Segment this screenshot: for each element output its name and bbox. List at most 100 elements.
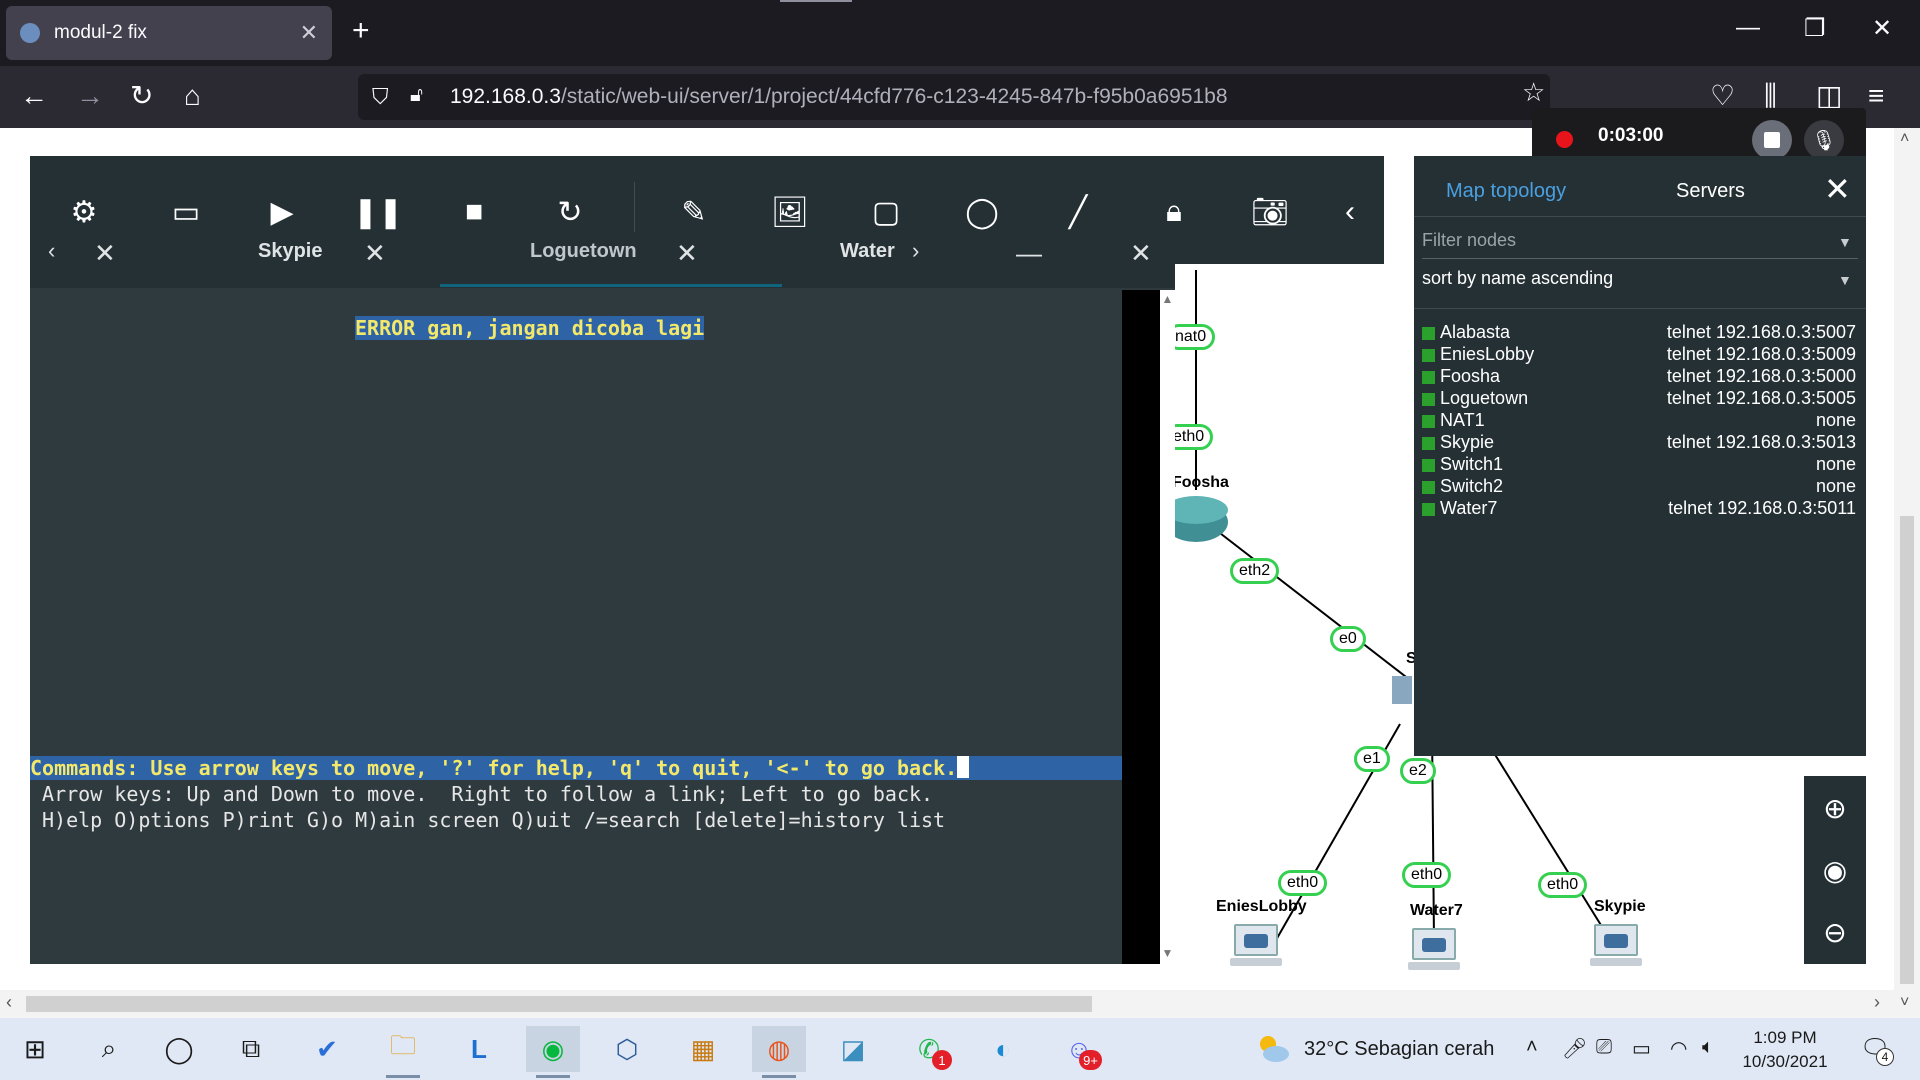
enieslobby-host-icon[interactable]: [1230, 924, 1282, 966]
zoom-in-icon[interactable]: ⊕: [1815, 788, 1855, 828]
screenshot-camera-icon[interactable]: 📷︎: [1250, 192, 1290, 232]
todo-app-icon[interactable]: ✔: [300, 1026, 354, 1072]
skypie-host-icon[interactable]: [1590, 924, 1642, 966]
gns3-logo-icon[interactable]: ⚙: [64, 192, 104, 232]
task-view-icon[interactable]: ⧉: [224, 1026, 278, 1072]
link-label-enieslobby-eth0[interactable]: eth0: [1278, 870, 1328, 896]
zoom-out-icon[interactable]: ⊖: [1815, 912, 1855, 952]
close-tab-prev-icon[interactable]: ✕: [94, 238, 116, 269]
link-label-water7-eth0[interactable]: eth0: [1402, 862, 1452, 888]
winrar-icon[interactable]: ▦: [676, 1026, 730, 1072]
add-note-pencil-icon[interactable]: ✎: [674, 192, 714, 232]
tab-servers[interactable]: Servers: [1676, 180, 1745, 203]
water7-host-icon[interactable]: [1408, 928, 1460, 970]
link-label-eth2[interactable]: eth2: [1230, 558, 1280, 584]
microphone-icon[interactable]: 🎙︎: [1804, 120, 1844, 160]
node-name[interactable]: Foosha: [1440, 366, 1500, 387]
node-label-water7[interactable]: Water7: [1410, 902, 1463, 920]
pause-all-icon[interactable]: ❚❚: [353, 192, 403, 232]
edge-icon[interactable]: ◐: [976, 1026, 1030, 1072]
weather-partly-cloudy-icon[interactable]: [1256, 1032, 1290, 1066]
notification-center-icon[interactable]: 🗨︎ 4: [1860, 1034, 1894, 1066]
vertical-scroll-thumb[interactable]: [1900, 516, 1914, 984]
battery-icon[interactable]: ▭: [1632, 1036, 1651, 1061]
whatsapp-badge: 1: [932, 1050, 952, 1070]
vertical-scrollbar[interactable]: ˄ ˅: [1894, 128, 1920, 1018]
node-name[interactable]: NAT1: [1440, 410, 1485, 431]
file-explorer-icon[interactable]: 🗀: [376, 1026, 430, 1078]
node-name[interactable]: Loguetown: [1440, 388, 1528, 409]
reload-all-icon[interactable]: ↻: [550, 192, 590, 232]
sort-select[interactable]: sort by name ascending: [1422, 268, 1613, 289]
filter-dropdown-caret-icon[interactable]: ▼: [1838, 234, 1852, 250]
node-name[interactable]: Skypie: [1440, 432, 1494, 453]
microphone-tray-icon[interactable]: 🎤︎: [1562, 1036, 1587, 1061]
tabs-scroll-left-icon[interactable]: ‹: [48, 238, 55, 264]
add-image-icon[interactable]: 🖼︎: [770, 192, 810, 232]
stop-all-icon[interactable]: ■: [454, 192, 494, 232]
scroll-down-arrow-icon[interactable]: ▼: [1160, 946, 1175, 960]
sort-dropdown-caret-icon[interactable]: ▼: [1838, 272, 1852, 288]
tabs-scroll-right-icon[interactable]: ›: [912, 238, 919, 264]
console-tab-water[interactable]: Water: [840, 240, 895, 263]
weather-text[interactable]: 32°C Sebagian cerah: [1304, 1038, 1494, 1061]
node-label-skypie[interactable]: Skypie: [1594, 898, 1646, 916]
terminal-scroll-track[interactable]: [1160, 290, 1175, 964]
node-name[interactable]: Alabasta: [1440, 322, 1510, 343]
draw-rectangle-icon[interactable]: ▢: [866, 192, 906, 232]
device-tray-icon[interactable]: ⎚: [1596, 1036, 1612, 1059]
system-clock[interactable]: 1:09 PM 10/30/2021: [1730, 1026, 1840, 1074]
link-label-e1[interactable]: e1: [1354, 746, 1390, 772]
draw-ellipse-icon[interactable]: ◯: [962, 192, 1002, 232]
reset-zoom-icon[interactable]: ◉: [1815, 850, 1855, 890]
close-panel-icon[interactable]: ✕: [1824, 170, 1851, 208]
terminal-scroll-thumb[interactable]: [1122, 290, 1160, 964]
close-tab-skypie-icon[interactable]: ✕: [364, 238, 386, 269]
cortana-icon[interactable]: ◯: [152, 1026, 206, 1072]
lock-items-icon[interactable]: 🔒︎: [1154, 192, 1194, 232]
page-scroll-up-icon[interactable]: ˄: [1900, 130, 1909, 148]
page-scroll-down-icon[interactable]: ˅: [1900, 994, 1909, 1012]
scroll-left-arrow-icon[interactable]: ‹: [6, 992, 12, 1013]
draw-line-icon[interactable]: ╱: [1058, 192, 1098, 232]
minimize-console-icon[interactable]: —: [1016, 238, 1042, 269]
virtualbox-icon[interactable]: ⬡: [600, 1026, 654, 1072]
node-name[interactable]: EniesLobby: [1440, 344, 1534, 365]
show-hidden-icons-icon[interactable]: ˄: [1526, 1036, 1538, 1059]
windows-start-icon[interactable]: ⊞: [8, 1026, 62, 1072]
scroll-up-arrow-icon[interactable]: ▲: [1160, 292, 1175, 306]
firefox-icon[interactable]: ◍: [752, 1026, 806, 1078]
terminal-output[interactable]: ERROR gan, jangan dicoba lagi Commands: …: [30, 290, 1122, 964]
node-row[interactable]: Water7 telnet 192.168.0.3:5011: [1422, 496, 1856, 522]
stop-recording-button[interactable]: [1752, 120, 1792, 160]
node-name[interactable]: Switch1: [1440, 454, 1503, 475]
link-label-skypie-eth0[interactable]: eth0: [1538, 872, 1588, 898]
node-name[interactable]: Switch2: [1440, 476, 1503, 497]
close-tab-loguetown-icon[interactable]: ✕: [676, 238, 698, 269]
close-console-icon[interactable]: ✕: [1130, 238, 1152, 269]
wifi-icon[interactable]: ◠: [1670, 1036, 1687, 1061]
scroll-right-arrow-icon[interactable]: ›: [1874, 992, 1880, 1013]
node-label-foosha[interactable]: Foosha: [1172, 474, 1229, 492]
console-tab-loguetown[interactable]: Loguetown: [530, 240, 637, 263]
console-tab-skypie[interactable]: Skypie: [258, 240, 322, 263]
start-all-icon[interactable]: ▶: [262, 192, 302, 232]
filter-nodes-input[interactable]: Filter nodes: [1422, 230, 1516, 251]
link-label-e0[interactable]: e0: [1330, 626, 1366, 652]
tab-map-topology[interactable]: Map topology: [1446, 180, 1566, 203]
horizontal-scroll-thumb[interactable]: [26, 996, 1092, 1012]
discord-icon[interactable]: ☺ 9+: [1052, 1026, 1106, 1072]
collapse-toolbar-icon[interactable]: ‹: [1330, 192, 1370, 232]
search-icon[interactable]: ⌕: [82, 1026, 136, 1072]
lms-app-icon[interactable]: L: [452, 1026, 506, 1072]
node-label-enieslobby[interactable]: EniesLobby: [1216, 898, 1307, 916]
horizontal-scrollbar[interactable]: ‹ ›: [0, 990, 1900, 1018]
line-app-icon[interactable]: ◉: [526, 1026, 580, 1078]
volume-icon[interactable]: 🔈︎: [1702, 1036, 1714, 1059]
node-name[interactable]: Water7: [1440, 498, 1497, 519]
show-console-icon[interactable]: ▭: [166, 192, 206, 232]
whatsapp-icon[interactable]: ✆ 1: [902, 1026, 956, 1072]
link-label-e2[interactable]: e2: [1400, 758, 1436, 784]
terminal-scrollbar[interactable]: ▲ ▼: [1122, 290, 1175, 964]
notes-app-icon[interactable]: ◪: [826, 1026, 880, 1072]
